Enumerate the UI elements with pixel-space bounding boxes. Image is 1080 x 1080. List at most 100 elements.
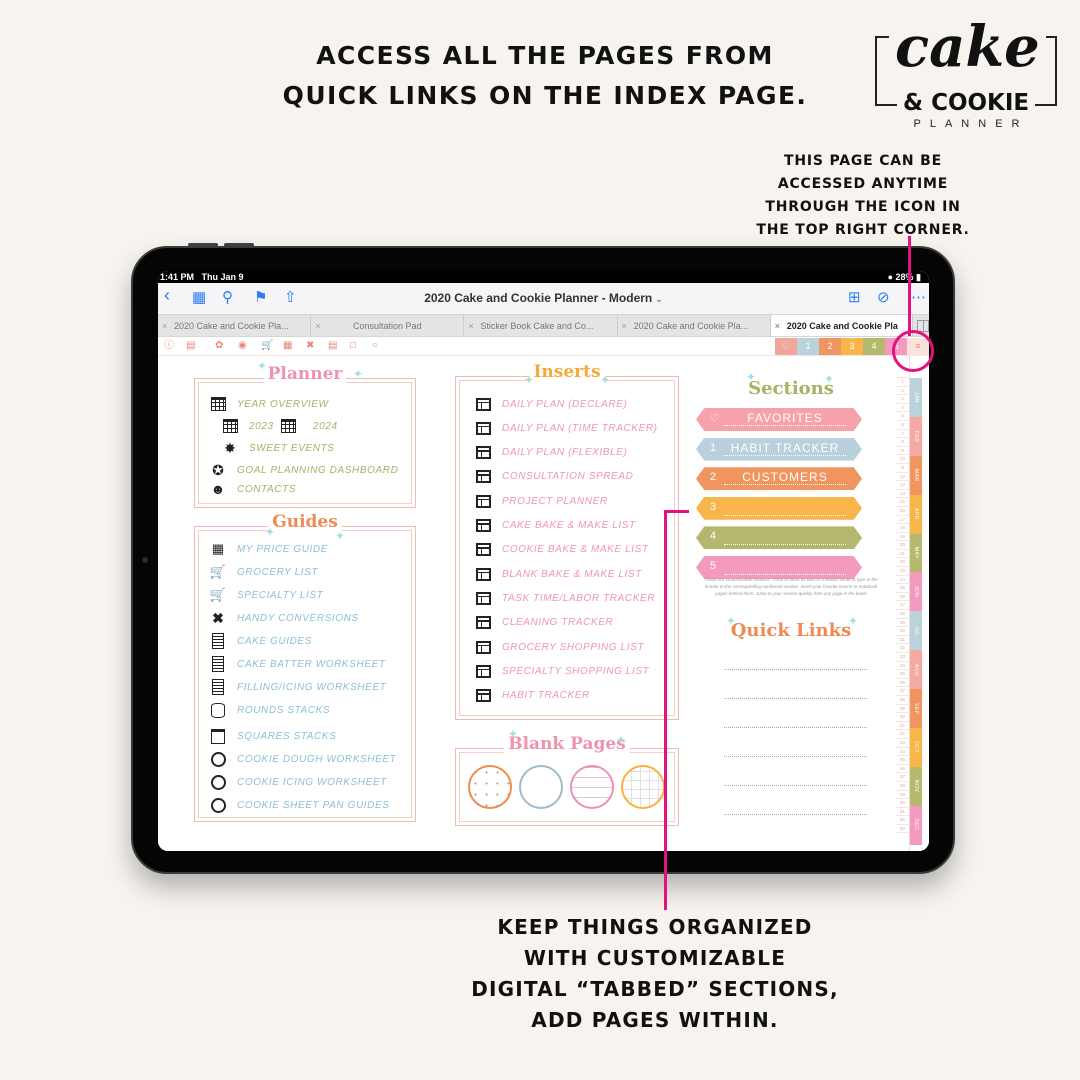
week-link[interactable]: 30 — [896, 627, 909, 636]
planner-link[interactable]: ✪ GOAL PLANNING DASHBOARD — [209, 462, 398, 478]
week-link[interactable]: 40 — [896, 713, 909, 722]
week-link[interactable]: 52 — [896, 816, 909, 825]
guide-link[interactable]: 🛒 SPECIALTY LIST — [209, 587, 323, 603]
month-tab[interactable]: SEP — [910, 689, 922, 729]
section-tab[interactable]: 1 HABIT TRACKER — [696, 437, 862, 461]
doc-tab[interactable]: × Consultation Pad — [311, 315, 465, 336]
week-link[interactable]: 44 — [896, 748, 909, 757]
guide-link[interactable]: COOKIE DOUGH WORKSHEET — [209, 751, 396, 767]
week-link[interactable]: 41 — [896, 722, 909, 731]
section-label[interactable]: CUSTOMERS — [724, 470, 846, 486]
close-icon[interactable]: × — [468, 315, 473, 336]
week-link[interactable]: 32 — [896, 644, 909, 653]
month-tab[interactable]: AUG — [910, 650, 922, 690]
week-link[interactable]: 42 — [896, 730, 909, 739]
week-link[interactable]: 25 — [896, 584, 909, 593]
week-link[interactable]: 49 — [896, 791, 909, 800]
week-link[interactable]: 53 — [896, 825, 909, 834]
week-link[interactable]: 23 — [896, 567, 909, 576]
planner-link[interactable]: ☻ CONTACTS — [209, 481, 296, 497]
section-quick-tab[interactable]: 3 — [841, 338, 863, 355]
insert-link[interactable]: PROJECT PLANNER — [474, 493, 608, 509]
insert-link[interactable]: COOKIE BAKE & MAKE LIST — [474, 542, 649, 558]
guide-link[interactable]: COOKIE ICING WORKSHEET — [209, 774, 387, 790]
doc-tab-active[interactable]: × 2020 Cake and Cookie Pla — [770, 315, 914, 336]
month-tab[interactable]: MAY — [910, 533, 922, 573]
month-tab[interactable]: OCT — [910, 728, 922, 767]
insert-link[interactable]: SPECIALTY SHOPPING LIST — [474, 663, 649, 679]
guide-link[interactable]: CAKE BATTER WORKSHEET — [209, 656, 386, 672]
guide-link[interactable]: ▦ MY PRICE GUIDE — [209, 541, 328, 557]
month-tab[interactable]: DEC — [910, 805, 922, 845]
planner-link[interactable]: 2023 — [221, 418, 274, 434]
quick-link-slot[interactable] — [724, 785, 867, 786]
week-link[interactable]: 35 — [896, 670, 909, 679]
close-icon[interactable]: × — [622, 315, 627, 336]
quick-link-slot[interactable] — [724, 698, 867, 699]
week-link[interactable]: 20 — [896, 541, 909, 550]
close-icon[interactable]: × — [162, 315, 167, 336]
week-link[interactable]: 5 — [896, 412, 909, 421]
close-icon[interactable]: × — [775, 315, 780, 336]
week-link[interactable]: 13 — [896, 481, 909, 490]
month-tab[interactable]: FEB — [910, 416, 922, 456]
week-link[interactable]: 2 — [896, 387, 909, 396]
blank-page-lined[interactable] — [570, 765, 614, 809]
planner-link[interactable]: YEAR OVERVIEW — [209, 396, 329, 412]
week-link[interactable]: 47 — [896, 773, 909, 782]
insert-link[interactable]: CONSULTATION SPREAD — [474, 469, 633, 485]
guide-link[interactable]: SQUARES STACKS — [209, 728, 336, 744]
week-link[interactable]: 51 — [896, 808, 909, 817]
week-link[interactable]: 36 — [896, 679, 909, 688]
week-link[interactable]: 15 — [896, 498, 909, 507]
week-link[interactable]: 14 — [896, 490, 909, 499]
month-tab[interactable]: MAR — [910, 455, 922, 495]
insert-link[interactable]: CLEANING TRACKER — [474, 615, 613, 631]
week-link[interactable]: 16 — [896, 507, 909, 516]
week-link[interactable]: 12 — [896, 473, 909, 482]
section-quick-tab[interactable]: 2 — [819, 338, 841, 355]
insert-link[interactable]: BLANK BAKE & MAKE LIST — [474, 566, 642, 582]
doc-tab[interactable]: × 2020 Cake and Cookie Pla... — [158, 315, 312, 336]
section-label[interactable]: FAVORITES — [724, 411, 846, 426]
contacts-icon[interactable]: ◉ — [238, 340, 247, 352]
document-title[interactable]: 2020 Cake and Cookie Planner - Modern ⌄ — [158, 291, 929, 305]
insert-link[interactable]: DAILY PLAN (TIME TRACKER) — [474, 420, 658, 436]
insert-link[interactable]: CAKE BAKE & MAKE LIST — [474, 518, 636, 534]
month-tab[interactable]: JUL — [910, 611, 922, 651]
week-link[interactable]: 34 — [896, 662, 909, 671]
week-link[interactable]: 1 — [896, 378, 909, 387]
doc-tab[interactable]: × 2020 Cake and Cookie Pla... — [618, 315, 771, 336]
week-link[interactable]: 26 — [896, 593, 909, 602]
section-quick-tab[interactable]: ♡ — [775, 338, 797, 355]
insert-link[interactable]: HABIT TRACKER — [474, 688, 590, 704]
section-label-blank[interactable] — [724, 574, 846, 575]
quick-link-slot[interactable] — [724, 814, 867, 815]
week-link[interactable]: 21 — [896, 550, 909, 559]
week-link[interactable]: 10 — [896, 455, 909, 464]
close-icon[interactable]: × — [315, 315, 320, 336]
quick-link-slot[interactable] — [724, 727, 867, 728]
section-quick-tab[interactable]: 1 — [797, 338, 819, 355]
section-tab[interactable]: 4 — [696, 526, 862, 550]
week-link[interactable]: 33 — [896, 653, 909, 662]
week-link[interactable]: 37 — [896, 687, 909, 696]
blank-page-plain[interactable] — [519, 765, 563, 809]
insert-link[interactable]: TASK TIME/LABOR TRACKER — [474, 590, 655, 606]
more-icon[interactable]: ⋯ — [911, 290, 926, 306]
goal-icon[interactable]: ✿ — [215, 340, 223, 352]
week-link[interactable]: 24 — [896, 576, 909, 585]
section-tab[interactable]: 3 — [696, 496, 862, 520]
section-tab[interactable]: ♡ FAVORITES — [696, 408, 862, 431]
section-label[interactable]: HABIT TRACKER — [724, 441, 846, 456]
guide-link[interactable]: FILLING/ICING WORKSHEET — [209, 679, 386, 695]
week-link[interactable]: 39 — [896, 705, 909, 714]
week-link[interactable]: 22 — [896, 558, 909, 568]
week-link[interactable]: 43 — [896, 739, 909, 748]
week-link[interactable]: 31 — [896, 636, 909, 645]
pencil-circle-icon[interactable]: ⊘ — [877, 290, 890, 306]
month-tab[interactable]: JAN — [910, 378, 922, 417]
week-link[interactable]: 7 — [896, 430, 909, 439]
doc-tab[interactable]: × Sticker Book Cake and Co... — [464, 315, 618, 336]
insert-link[interactable]: GROCERY SHOPPING LIST — [474, 639, 644, 655]
